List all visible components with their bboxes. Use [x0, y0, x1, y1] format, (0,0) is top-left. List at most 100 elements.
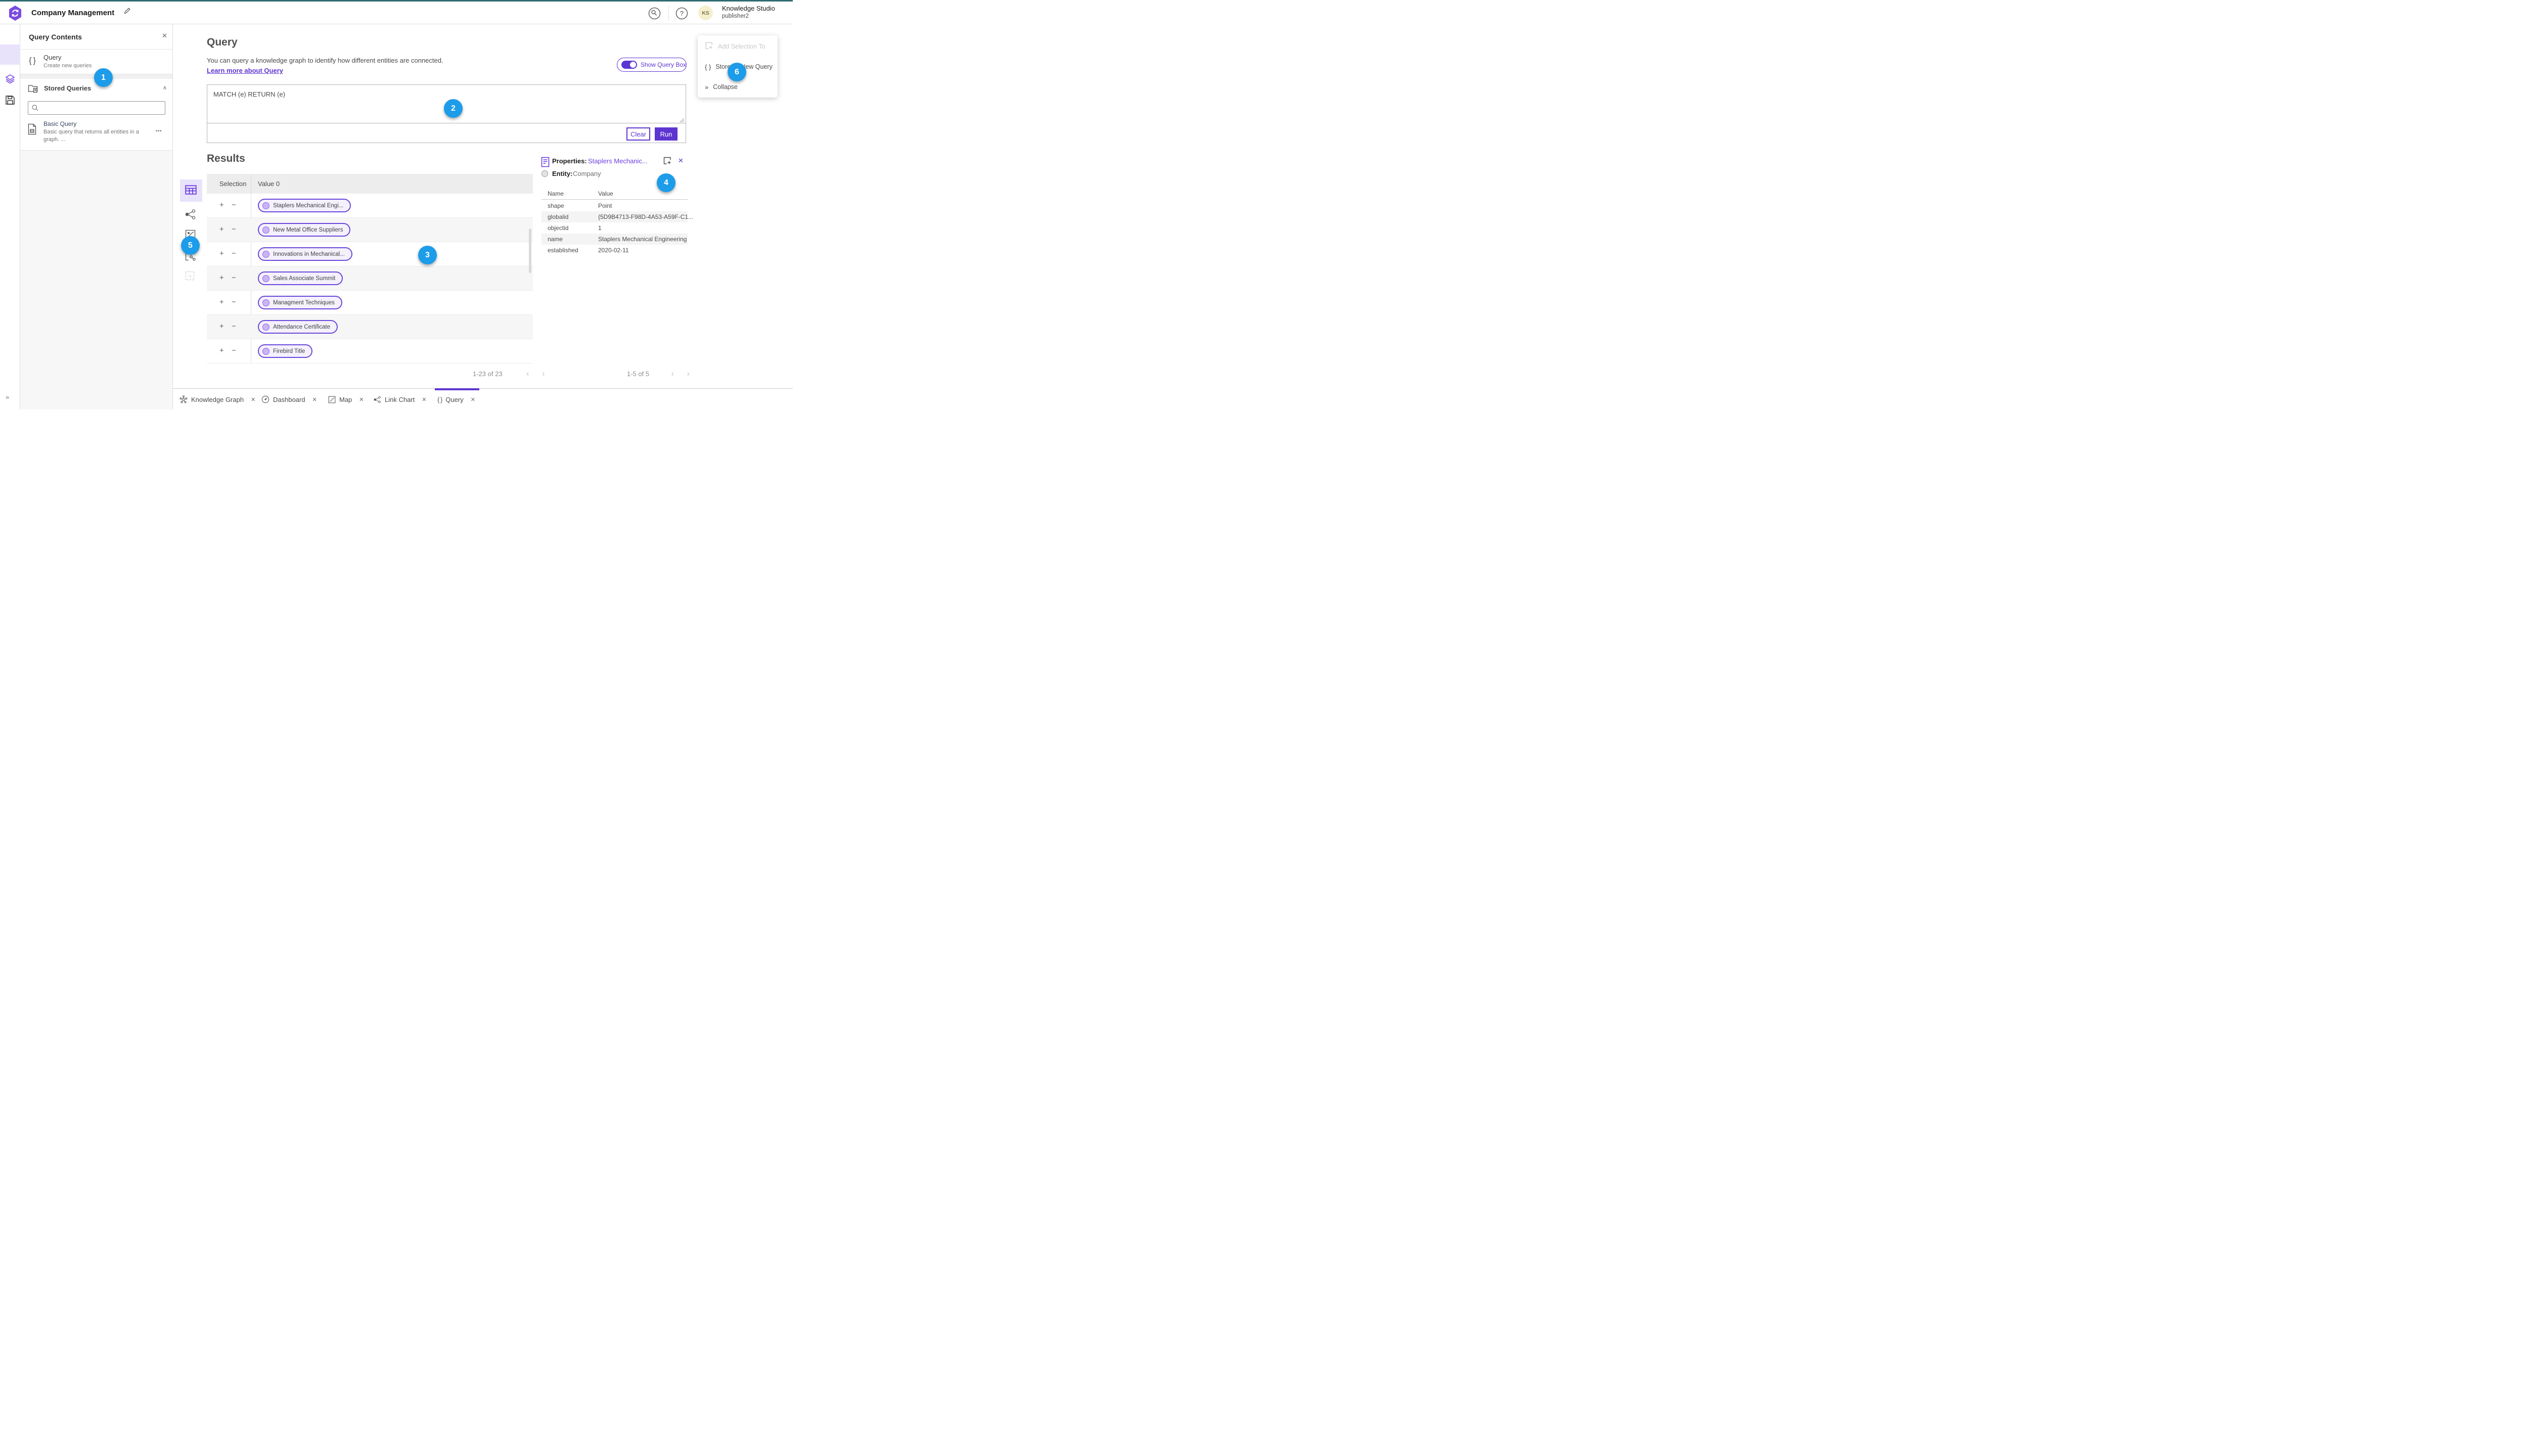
divider: [541, 199, 688, 200]
table-header: Selection Value 0: [207, 174, 533, 194]
entity-pill[interactable]: Firebird Title: [258, 344, 313, 358]
remove-from-selection-button[interactable]: −: [232, 298, 236, 306]
entity-type-dot-icon: [541, 170, 548, 177]
collapse-section-icon[interactable]: ∧: [163, 84, 167, 91]
add-to-selection-button[interactable]: +: [219, 322, 224, 331]
property-name: globalid: [548, 213, 569, 220]
menu-item-add-selection-to: Add Selection To: [698, 36, 778, 57]
add-to-selection-button[interactable]: +: [219, 346, 224, 355]
add-selection-icon[interactable]: [663, 156, 672, 168]
expand-rail-icon[interactable]: »: [6, 393, 9, 401]
toggle-switch[interactable]: [621, 61, 637, 69]
add-to-selection-button[interactable]: +: [219, 201, 224, 209]
close-tab-icon[interactable]: ✕: [422, 396, 426, 403]
close-tab-icon[interactable]: ✕: [359, 396, 364, 403]
remove-from-selection-button[interactable]: −: [232, 322, 236, 331]
entity-pill-label: Attendance Certificate: [273, 324, 331, 330]
property-value: Point: [598, 202, 612, 209]
run-button[interactable]: Run: [655, 127, 678, 141]
stored-query-title[interactable]: Basic Query: [43, 120, 76, 127]
braces-icon: { }: [705, 63, 711, 71]
user-role: publisher2: [722, 13, 749, 20]
stored-query-description: Basic query that returns all entities in…: [43, 129, 139, 143]
stored-queries-search[interactable]: [28, 101, 165, 115]
entity-pill[interactable]: Innovations in Mechanical...: [258, 247, 352, 261]
layers-icon[interactable]: [5, 74, 15, 86]
avatar[interactable]: KS: [698, 6, 713, 20]
entity-pill[interactable]: New Metal Office Suppliers: [258, 223, 351, 237]
entity-pill[interactable]: Attendance Certificate: [258, 320, 338, 334]
entity-dot-icon: [262, 250, 269, 258]
learn-more-link[interactable]: Learn more about Query: [207, 67, 283, 74]
prev-page-icon[interactable]: ‹: [526, 370, 529, 378]
table-row: + − Staplers Mechanical Engi...: [207, 194, 533, 218]
tab-map[interactable]: Map ✕: [328, 389, 364, 410]
resize-handle-icon[interactable]: [680, 116, 685, 125]
callout-6: 6: [728, 63, 746, 81]
entity-pill[interactable]: Sales Associate Summit: [258, 271, 343, 285]
property-name: name: [548, 236, 563, 243]
results-title: Results: [207, 153, 245, 164]
table-row: + − Innovations in Mechanical...: [207, 242, 533, 266]
search-icon: [32, 105, 38, 111]
query-item-label[interactable]: Query: [43, 54, 61, 61]
help-icon[interactable]: ?: [675, 7, 689, 23]
entity-pill-label: Innovations in Mechanical...: [273, 251, 345, 257]
callout-2: 2: [444, 99, 463, 118]
search-icon[interactable]: [648, 7, 661, 23]
entity-pill-label: Sales Associate Summit: [273, 275, 336, 282]
add-to-selection-button[interactable]: +: [219, 298, 224, 306]
tab-dashboard[interactable]: Dashboard ✕: [261, 389, 317, 410]
table-row: + − Firebird Title: [207, 339, 533, 363]
entity-dot-icon: [262, 323, 269, 331]
stored-query-file-icon: [27, 123, 37, 138]
table-view-icon[interactable]: [185, 185, 197, 197]
remove-from-selection-button[interactable]: −: [232, 274, 236, 282]
close-tab-icon[interactable]: ✕: [471, 396, 475, 403]
user-info[interactable]: Knowledge Studio publisher2: [722, 5, 775, 20]
remove-from-selection-button[interactable]: −: [232, 346, 236, 355]
entity-pill[interactable]: Managment Techniques: [258, 296, 342, 309]
entity-pill[interactable]: Staplers Mechanical Engi...: [258, 199, 351, 212]
clear-button[interactable]: Clear: [626, 127, 650, 141]
properties-icon: [541, 157, 550, 170]
property-value: 1: [598, 224, 602, 232]
stored-queries-folder-icon: [28, 83, 39, 96]
close-properties-icon[interactable]: ✕: [678, 157, 684, 165]
close-tab-icon[interactable]: ✕: [312, 396, 317, 403]
properties-page-range: 1-5 of 5: [627, 370, 650, 378]
edit-title-button[interactable]: [123, 7, 131, 18]
remove-from-selection-button[interactable]: −: [232, 201, 236, 209]
entity-pill-label: Staplers Mechanical Engi...: [273, 202, 344, 209]
tab-query[interactable]: { } Query ✕: [437, 389, 475, 410]
column-header-selection: Selection: [219, 180, 247, 188]
stored-queries-title: Stored Queries: [44, 84, 92, 92]
property-name: shape: [548, 202, 564, 209]
next-page-icon[interactable]: ›: [542, 370, 545, 378]
remove-from-selection-button[interactable]: −: [232, 225, 236, 234]
properties-title: Properties:: [552, 157, 587, 165]
search-input[interactable]: [41, 104, 165, 112]
prev-page-icon[interactable]: ‹: [671, 370, 674, 378]
query-section-title: Query: [207, 36, 238, 48]
properties-entity-link[interactable]: Staplers Mechanic...: [588, 157, 648, 165]
property-row: objectid 1: [541, 222, 688, 234]
close-panel-icon[interactable]: ✕: [162, 32, 167, 40]
results-table: Selection Value 0 + − Staplers Mechanica…: [207, 174, 533, 383]
tab-link-chart[interactable]: Link Chart ✕: [374, 389, 426, 410]
link-chart-view-icon[interactable]: [185, 209, 196, 222]
next-page-icon[interactable]: ›: [687, 370, 690, 378]
tab-knowledge-graph[interactable]: Knowledge Graph ✕: [179, 389, 255, 410]
save-icon[interactable]: [5, 95, 15, 108]
close-tab-icon[interactable]: ✕: [251, 396, 255, 403]
prop-column-value: Value: [598, 190, 613, 197]
show-query-box-toggle[interactable]: Show Query Box: [617, 58, 687, 72]
table-scrollbar[interactable]: [529, 229, 531, 273]
add-to-selection-button[interactable]: +: [219, 274, 224, 282]
property-row: shape Point: [541, 200, 688, 211]
add-to-selection-button[interactable]: +: [219, 249, 224, 258]
property-value: Staplers Mechanical Engineering: [598, 236, 687, 243]
add-to-selection-button[interactable]: +: [219, 225, 224, 234]
remove-from-selection-button[interactable]: −: [232, 249, 236, 258]
more-options-icon[interactable]: •••: [156, 128, 162, 133]
